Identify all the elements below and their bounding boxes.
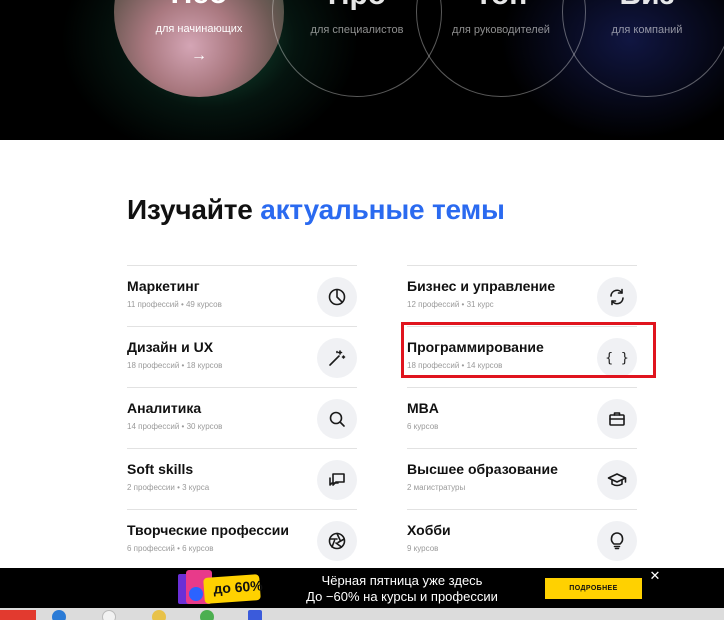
topic-business[interactable]: Бизнес и управление 12 профессий • 31 ку… xyxy=(407,265,637,326)
topic-meta: 14 профессий • 30 курсов xyxy=(127,422,223,431)
briefcase-icon xyxy=(597,399,637,439)
level-subtitle: для руководителей xyxy=(452,24,550,36)
topic-name: Хобби xyxy=(407,522,451,538)
level-title: Биз xyxy=(563,0,724,10)
pie-chart-icon xyxy=(317,277,357,317)
topics-column-left: Маркетинг 11 профессий • 49 курсов Дизай… xyxy=(127,265,357,570)
topic-design-ux[interactable]: Дизайн и UX 18 профессий • 18 курсов xyxy=(127,326,357,387)
hero-banner: Нео для начинающих → Про для специалисто… xyxy=(0,0,724,140)
section-title: Изучайте актуальные темы xyxy=(127,194,505,226)
taskbar-app-icon[interactable] xyxy=(200,610,214,620)
chat-icon xyxy=(317,460,357,500)
taskbar-app-icon[interactable] xyxy=(152,610,166,620)
section-title-main: Изучайте xyxy=(127,194,253,225)
level-subtitle: для начинающих xyxy=(155,23,243,35)
promo-line1: Чёрная пятница уже здесь xyxy=(321,573,483,588)
level-title: Нео xyxy=(114,0,284,9)
topic-creative[interactable]: Творческие профессии 6 профессий • 6 кур… xyxy=(127,509,357,570)
section-title-accent: актуальные темы xyxy=(260,194,505,225)
arrow-right-icon: → xyxy=(191,47,207,64)
refresh-icon xyxy=(597,277,637,317)
topic-meta: 2 профессии • 3 курса xyxy=(127,483,210,492)
taskbar-app-icon[interactable] xyxy=(248,610,262,620)
taskbar-app-icon[interactable] xyxy=(52,610,66,620)
topic-analytics[interactable]: Аналитика 14 профессий • 30 курсов xyxy=(127,387,357,448)
promo-details-button[interactable]: ПОДРОБНЕЕ xyxy=(545,578,642,599)
start-button-icon[interactable] xyxy=(0,610,36,620)
lightbulb-icon xyxy=(597,521,637,561)
topic-higher-education[interactable]: Высшее образование 2 магистратуры xyxy=(407,448,637,509)
topic-name: Аналитика xyxy=(127,400,202,416)
promo-line2: До −60% на курсы и профессии xyxy=(306,589,498,604)
topic-meta: 6 курсов xyxy=(407,422,439,431)
topic-marketing[interactable]: Маркетинг 11 профессий • 49 курсов xyxy=(127,265,357,326)
promo-text: Чёрная пятница уже здесь До −60% на курс… xyxy=(292,573,512,605)
search-icon xyxy=(317,399,357,439)
topic-name: Дизайн и UX xyxy=(127,339,214,355)
topic-meta: 6 профессий • 6 курсов xyxy=(127,544,214,553)
topic-meta: 12 профессий • 31 курс xyxy=(407,300,494,309)
close-icon[interactable]: ✕ xyxy=(648,569,662,583)
topics-column-right: Бизнес и управление 12 профессий • 31 ку… xyxy=(407,265,637,570)
topic-meta: 11 профессий • 49 курсов xyxy=(127,300,222,309)
level-subtitle: для компаний xyxy=(611,24,683,36)
level-subtitle: для специалистов xyxy=(310,24,404,36)
graduation-cap-icon xyxy=(597,460,637,500)
taskbar-app-icon[interactable] xyxy=(102,610,116,620)
level-title: Топ xyxy=(417,0,585,10)
topic-meta: 2 магистратуры xyxy=(407,483,466,492)
topic-meta: 9 курсов xyxy=(407,544,439,553)
topic-hobby[interactable]: Хобби 9 курсов xyxy=(407,509,637,570)
topic-soft-skills[interactable]: Soft skills 2 профессии • 3 курса xyxy=(127,448,357,509)
topic-name: Маркетинг xyxy=(127,278,200,294)
topic-name: Высшее образование xyxy=(407,461,558,477)
highlight-box xyxy=(401,322,656,378)
topic-name: Бизнес и управление xyxy=(407,278,556,294)
topic-name: MBA xyxy=(407,400,439,416)
aperture-icon xyxy=(317,521,357,561)
magic-wand-icon xyxy=(317,338,357,378)
topic-mba[interactable]: MBA 6 курсов xyxy=(407,387,637,448)
topic-name: Soft skills xyxy=(127,461,194,477)
topic-name: Творческие профессии xyxy=(127,522,290,538)
topic-meta: 18 профессий • 18 курсов xyxy=(127,361,223,370)
taskbar xyxy=(0,608,724,620)
